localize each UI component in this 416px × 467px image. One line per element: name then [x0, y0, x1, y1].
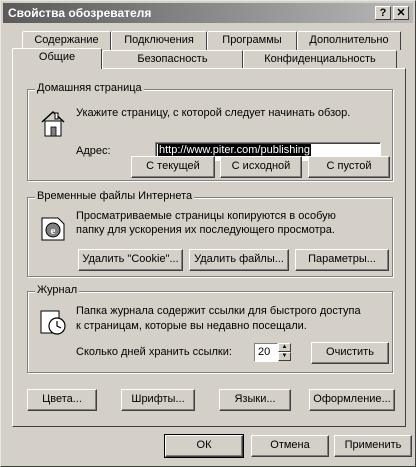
- history-legend: Журнал: [35, 284, 80, 296]
- tab-advanced[interactable]: Дополнительно: [297, 31, 401, 50]
- tab-connections[interactable]: Подключения: [111, 31, 207, 50]
- temp-files-description-1: Просматриваемые страницы копируются в ос…: [76, 210, 336, 222]
- tab-privacy[interactable]: Конфиденциальность: [243, 50, 397, 69]
- temp-files-legend: Временные файлы Интернета: [35, 190, 195, 202]
- history-days-spinner[interactable]: ▲ ▼: [278, 343, 291, 362]
- spin-down-icon[interactable]: ▼: [278, 352, 291, 361]
- history-description-1: Папка журнала содержит ссылки для быстро…: [76, 305, 361, 317]
- languages-button[interactable]: Языки...: [219, 389, 291, 411]
- close-button[interactable]: ✕: [393, 6, 409, 20]
- home-page-icon: [41, 110, 65, 137]
- temp-files-icon: e: [41, 217, 65, 241]
- colors-button[interactable]: Цвета...: [27, 389, 97, 411]
- history-days-input[interactable]: 20: [254, 343, 278, 362]
- home-page-group: Домашняя страница Укажите страницу, с ко…: [27, 82, 393, 181]
- apply-button[interactable]: Применить: [334, 435, 412, 457]
- general-tab-panel: Домашняя страница Укажите страницу, с ко…: [12, 68, 406, 427]
- tab-security[interactable]: Безопасность: [102, 50, 243, 69]
- delete-cookies-button[interactable]: Удалить "Cookie"...: [78, 249, 183, 271]
- history-description-2: к страницам, которые вы недавно посещали…: [76, 320, 307, 332]
- accessibility-button[interactable]: Оформление...: [309, 389, 395, 411]
- settings-button[interactable]: Параметры...: [295, 249, 389, 271]
- clear-history-button[interactable]: Очистить: [311, 342, 389, 364]
- temp-files-description-2: папку для ускорения их последующего прос…: [76, 224, 335, 236]
- use-blank-button[interactable]: С пустой: [308, 156, 390, 178]
- cancel-button[interactable]: Отмена: [251, 435, 329, 457]
- history-days-label: Сколько дней хранить ссылки:: [76, 346, 232, 358]
- history-group: Журнал Папка журнала содержит ссылки для…: [27, 284, 393, 373]
- help-button[interactable]: ?: [375, 6, 391, 20]
- tab-programs[interactable]: Программы: [207, 31, 297, 50]
- history-icon: [40, 310, 66, 335]
- address-label: Адрес:: [76, 145, 111, 157]
- use-default-button[interactable]: С исходной: [220, 156, 302, 178]
- internet-options-dialog: Свойства обозревателя ? ✕ Содержание Под…: [0, 0, 416, 467]
- tab-general[interactable]: Общие: [12, 48, 102, 69]
- delete-files-button[interactable]: Удалить файлы...: [189, 249, 289, 271]
- svg-text:e: e: [51, 225, 56, 237]
- title-bar[interactable]: Свойства обозревателя ? ✕: [3, 3, 413, 23]
- home-page-description: Укажите страницу, с которой следует начи…: [76, 107, 351, 119]
- use-current-button[interactable]: С текущей: [131, 156, 215, 178]
- fonts-button[interactable]: Шрифты...: [121, 389, 195, 411]
- window-title: Свойства обозревателя: [8, 6, 152, 20]
- home-page-legend: Домашняя страница: [35, 82, 144, 94]
- temp-files-group: Временные файлы Интернета e Просматривае…: [27, 190, 393, 277]
- spin-up-icon[interactable]: ▲: [278, 343, 291, 352]
- ok-button[interactable]: ОК: [164, 434, 244, 458]
- home-address-value: http://www.piter.com/publishing: [158, 144, 312, 156]
